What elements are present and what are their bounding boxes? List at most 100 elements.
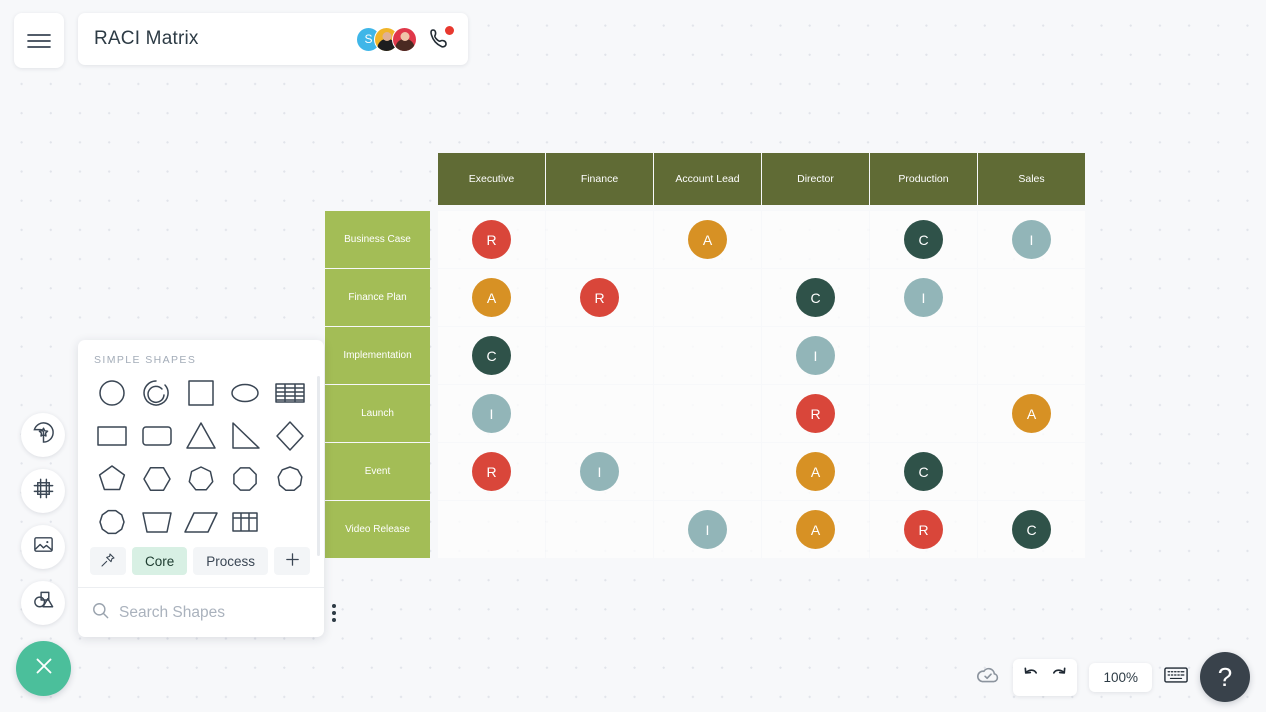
raci-token[interactable]: A (688, 220, 727, 259)
trapezoid-shape[interactable] (134, 503, 178, 541)
canvas[interactable]: RACI Matrix S Executive Finance Account Le… (0, 0, 1266, 712)
matrix-cell[interactable] (438, 501, 545, 558)
pentagon-shape[interactable] (90, 460, 134, 498)
raci-token[interactable]: I (904, 278, 943, 317)
raci-token[interactable]: I (1012, 220, 1051, 259)
rectangle-shape[interactable] (90, 417, 134, 455)
raci-token[interactable]: R (580, 278, 619, 317)
raci-token[interactable]: C (1012, 510, 1051, 549)
matrix-cell[interactable]: I (978, 211, 1085, 268)
raci-token[interactable]: I (580, 452, 619, 491)
square-shape[interactable] (179, 374, 223, 412)
raci-token[interactable]: C (796, 278, 835, 317)
matrix-cell[interactable]: R (546, 269, 653, 326)
matrix-cell[interactable]: C (762, 269, 869, 326)
matrix-cell[interactable] (978, 327, 1085, 384)
matrix-cell[interactable]: C (438, 327, 545, 384)
matrix-cell[interactable]: R (438, 443, 545, 500)
matrix-column-header[interactable]: Account Lead (654, 153, 761, 205)
raci-token[interactable]: R (472, 220, 511, 259)
raci-token[interactable]: A (1012, 394, 1051, 433)
menu-button[interactable] (14, 13, 64, 68)
shapes-scrollbar[interactable] (317, 376, 320, 556)
matrix-cell[interactable] (870, 385, 977, 442)
matrix-cell[interactable] (546, 385, 653, 442)
shapes-tool-button[interactable] (21, 581, 65, 625)
matrix-column-header[interactable]: Executive (438, 153, 545, 205)
kebab-menu-icon[interactable] (328, 600, 340, 626)
triangle-shape[interactable] (179, 417, 223, 455)
table-grid-shape[interactable] (223, 503, 267, 541)
matrix-cell[interactable]: A (762, 443, 869, 500)
help-button[interactable]: ? (1200, 652, 1250, 702)
raci-token[interactable]: R (904, 510, 943, 549)
raci-token[interactable]: A (796, 510, 835, 549)
raci-token[interactable]: C (904, 452, 943, 491)
matrix-cell[interactable]: A (978, 385, 1085, 442)
matrix-cell[interactable]: A (654, 211, 761, 268)
matrix-row-header[interactable]: Implementation (325, 327, 430, 384)
matrix-row-header[interactable]: Business Case (325, 211, 430, 268)
matrix-cell[interactable]: I (870, 269, 977, 326)
striped-table-shape[interactable] (268, 374, 312, 412)
matrix-cell[interactable]: R (762, 385, 869, 442)
matrix-cell[interactable] (546, 501, 653, 558)
call-button[interactable] (428, 26, 454, 51)
add-category-button[interactable] (274, 547, 311, 575)
raci-token[interactable]: R (472, 452, 511, 491)
search-input[interactable] (119, 603, 319, 622)
matrix-column-header[interactable]: Sales (978, 153, 1085, 205)
matrix-cell[interactable] (654, 327, 761, 384)
tab-core[interactable]: Core (132, 547, 188, 575)
matrix-column-header[interactable]: Production (870, 153, 977, 205)
hexagon-shape[interactable] (134, 460, 178, 498)
matrix-cell[interactable] (870, 327, 977, 384)
matrix-column-header[interactable]: Finance (546, 153, 653, 205)
rounded-rectangle-shape[interactable] (134, 417, 178, 455)
pin-tab[interactable] (90, 547, 126, 575)
matrix-cell[interactable] (762, 211, 869, 268)
nonagon-shape[interactable] (268, 460, 312, 498)
shapes-panel[interactable]: SIMPLE SHAPES Core Process (78, 340, 336, 637)
matrix-row-header[interactable]: Finance Plan (325, 269, 430, 326)
matrix-cell[interactable]: I (438, 385, 545, 442)
right-triangle-shape[interactable] (223, 417, 267, 455)
matrix-cell[interactable]: R (438, 211, 545, 268)
matrix-cell[interactable]: C (978, 501, 1085, 558)
tab-process[interactable]: Process (193, 547, 269, 575)
decagon-shape[interactable] (90, 503, 134, 541)
matrix-row-header[interactable]: Video Release (325, 501, 430, 558)
matrix-cell[interactable]: R (870, 501, 977, 558)
raci-token[interactable]: I (688, 510, 727, 549)
matrix-column-header[interactable]: Director (762, 153, 869, 205)
matrix-cell[interactable]: C (870, 211, 977, 268)
raci-token[interactable]: I (472, 394, 511, 433)
matrix-cell[interactable] (654, 269, 761, 326)
keyboard-shortcuts-button[interactable] (1164, 665, 1188, 690)
raci-matrix[interactable]: Executive Finance Account Lead Director Prod… (325, 153, 1085, 558)
matrix-row-header[interactable]: Event (325, 443, 430, 500)
matrix-cell[interactable]: I (654, 501, 761, 558)
raci-token[interactable]: I (796, 336, 835, 375)
octagon-shape[interactable] (223, 460, 267, 498)
circle-shape[interactable] (90, 374, 134, 412)
matrix-cell[interactable] (978, 443, 1085, 500)
matrix-cell[interactable] (978, 269, 1085, 326)
heptagon-shape[interactable] (179, 460, 223, 498)
undo-button[interactable] (1022, 665, 1042, 690)
diamond-shape[interactable] (268, 417, 312, 455)
matrix-cell[interactable]: I (762, 327, 869, 384)
matrix-row-header[interactable]: Launch (325, 385, 430, 442)
raci-token[interactable]: R (796, 394, 835, 433)
avatar[interactable] (392, 26, 417, 52)
matrix-cell[interactable] (654, 385, 761, 442)
arc-shape[interactable] (134, 374, 178, 412)
raci-token[interactable]: A (796, 452, 835, 491)
frame-tool-button[interactable] (21, 469, 65, 513)
sticker-tool-button[interactable] (21, 413, 65, 457)
document-title-bar[interactable]: RACI Matrix S (78, 13, 468, 65)
matrix-cell[interactable]: A (762, 501, 869, 558)
ellipse-shape[interactable] (223, 374, 267, 412)
parallelogram-shape[interactable] (179, 503, 223, 541)
image-tool-button[interactable] (21, 525, 65, 569)
